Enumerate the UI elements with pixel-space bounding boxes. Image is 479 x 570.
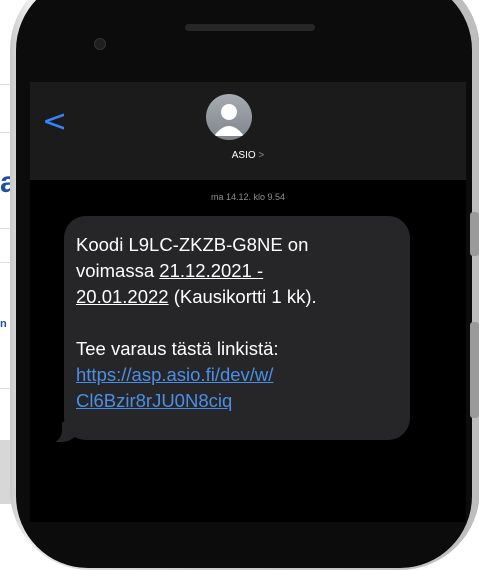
side-button xyxy=(470,212,479,256)
message-line: 20.01.2022 (Kausikortti 1 kk). xyxy=(76,284,400,310)
date-range-end[interactable]: 20.01.2022 xyxy=(76,286,169,307)
date-range-start[interactable]: 21.12.2021 - xyxy=(159,260,263,281)
chevron-right-icon: > xyxy=(258,150,265,161)
message-text: voimassa xyxy=(76,260,160,281)
conversation-header: < ASIO > xyxy=(30,82,466,180)
side-button xyxy=(470,322,479,418)
phone-screen: < ASIO > ma 14.12. klo 9.54 Koodi L9LC-Z… xyxy=(30,82,466,522)
message-line: Koodi L9LC-ZKZB-G8NE on xyxy=(76,234,309,255)
contact-name: ASIO xyxy=(231,150,256,161)
background-text-fragment: n xyxy=(0,318,7,330)
front-camera xyxy=(94,38,106,50)
message-line: voimassa 21.12.2021 - xyxy=(76,258,400,284)
message-line: Tee varaus tästä linkistä: xyxy=(76,338,279,359)
booking-link[interactable]: Cl6Bzir8rJU0N8ciq xyxy=(76,388,400,414)
earpiece xyxy=(185,24,315,31)
booking-link[interactable]: https://asp.asio.fi/dev/w/ xyxy=(76,362,400,388)
person-avatar-icon[interactable] xyxy=(206,94,252,140)
chevron-left-icon[interactable]: < xyxy=(42,104,67,139)
person-silhouette xyxy=(214,104,244,136)
message-bubble[interactable]: Koodi L9LC-ZKZB-G8NE on voimassa 21.12.2… xyxy=(64,216,410,440)
message-timestamp: ma 14.12. klo 9.54 xyxy=(210,192,286,202)
message-text: (Kausikortti 1 kk). xyxy=(168,286,317,307)
contact-name-row[interactable]: ASIO > xyxy=(30,150,466,161)
